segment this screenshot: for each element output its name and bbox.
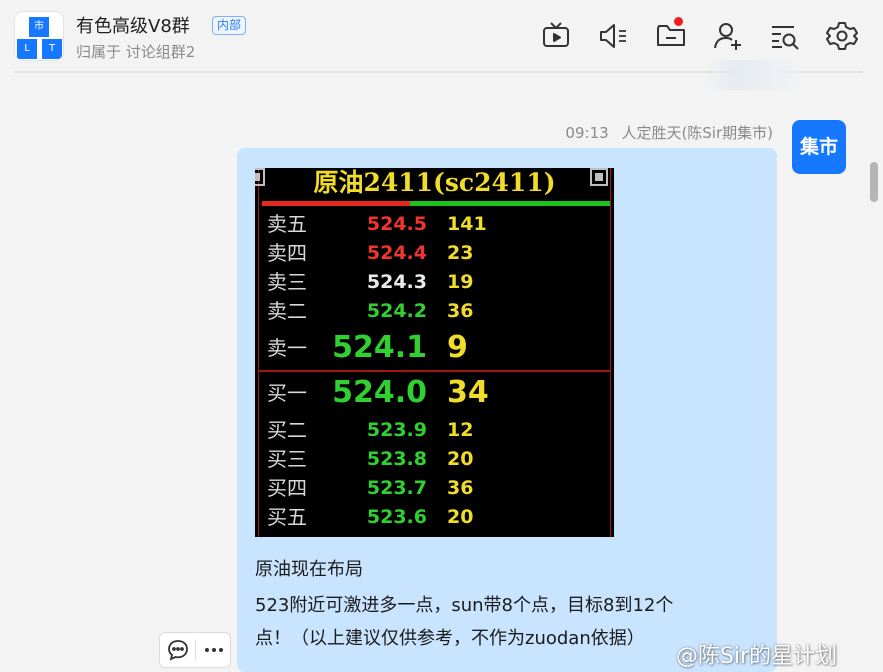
bids-level-label: 买三	[267, 447, 307, 471]
message-time: 09:13	[565, 124, 609, 142]
bids-price: 523.6	[366, 506, 427, 528]
bids-row: 买四 523.7 36	[255, 474, 614, 502]
bids-volume: 36	[447, 477, 474, 499]
bids-volume: 12	[447, 419, 474, 441]
avatar-char-t: T	[42, 39, 62, 59]
group-title: 有色高级V8群	[76, 16, 190, 37]
asks-level-label: 卖二	[267, 299, 307, 323]
asks-volume: 141	[447, 213, 487, 235]
bids-row: 买一 524.0 34	[255, 375, 614, 410]
asks-volume: 36	[447, 300, 474, 322]
message-text-line-2: 523附近可激进多一点，sun带8个点，目标8到12个	[255, 595, 674, 616]
sender-name[interactable]: 人定胜天(陈Sir期集市)	[621, 124, 773, 142]
folder-icon[interactable]	[655, 17, 687, 52]
asks-volume: 23	[447, 242, 474, 264]
gear-icon[interactable]	[826, 20, 858, 52]
scrollbar-thumb[interactable]	[870, 162, 878, 202]
search-list-icon[interactable]	[769, 20, 801, 52]
bids-level-label: 买五	[267, 505, 307, 529]
sender-avatar[interactable]: 集市	[792, 120, 846, 174]
bids-price: 523.9	[366, 419, 427, 441]
asks-row: 卖四 524.4 23	[255, 239, 614, 267]
bids-price: 523.7	[366, 477, 427, 499]
bids-level-label: 买四	[267, 476, 307, 500]
notification-dot	[674, 17, 683, 26]
quote-title: 原油2411(sc2411)	[313, 168, 556, 197]
bid-ask-divider	[258, 370, 611, 372]
internal-badge: 内部	[212, 16, 247, 35]
asks-level-label: 卖一	[267, 336, 307, 360]
bids-row: 买二 523.9 12	[255, 416, 614, 444]
asks-price: 524.5	[366, 213, 427, 235]
asks-price: 524.4	[366, 242, 427, 264]
bids-level-label: 买一	[267, 381, 307, 405]
sell-pressure-bar	[262, 201, 410, 206]
asks-volume: 19	[447, 271, 474, 293]
quote-image[interactable]: 原油2411(sc2411) 卖五 524.5 141 卖四 524.4 23 卖三 524.…	[255, 168, 614, 537]
speaker-mute-icon[interactable]	[597, 20, 629, 52]
asks-row: 卖二 524.2 36	[255, 297, 614, 325]
asks-level-label: 卖五	[267, 212, 307, 236]
bids-level-label: 买二	[267, 418, 307, 442]
asks-level-label: 卖四	[267, 241, 307, 265]
asks-price: 524.1	[332, 330, 427, 365]
asks-level-label: 卖三	[267, 270, 307, 294]
blurred-region	[705, 60, 807, 90]
message-meta: 09:13 人定胜天(陈Sir期集市)	[565, 122, 773, 143]
message-action-bar	[159, 632, 231, 668]
bids-row: 买三 523.8 20	[255, 445, 614, 473]
group-avatar[interactable]: 市 L T	[14, 11, 64, 61]
bids-price: 523.8	[366, 448, 427, 470]
asks-row: 卖五 524.5 141	[255, 210, 614, 238]
more-icon[interactable]	[196, 633, 232, 667]
message-text-line-1: 原油现在布局	[255, 559, 363, 580]
asks-row: 卖三 524.3 19	[255, 268, 614, 296]
bids-price: 524.0	[332, 375, 427, 410]
avatar-char-market: 市	[29, 17, 49, 37]
avatar-char-l: L	[17, 39, 37, 59]
tv-icon[interactable]	[540, 20, 572, 52]
comment-icon[interactable]	[160, 633, 196, 667]
asks-price: 524.2	[366, 300, 427, 322]
bids-volume: 20	[447, 448, 474, 470]
asks-price: 524.3	[366, 271, 427, 293]
bids-row: 买五 523.6 20	[255, 503, 614, 531]
add-user-icon[interactable]	[712, 20, 744, 52]
group-subtitle[interactable]: 归属于 讨论组群2	[76, 41, 195, 62]
buy-pressure-bar	[410, 201, 610, 206]
asks-row: 卖一 524.1 9	[255, 330, 614, 365]
bids-volume: 34	[447, 375, 489, 410]
watermark: @陈Sir的星计划	[676, 644, 838, 669]
bids-volume: 20	[447, 506, 474, 528]
asks-volume: 9	[447, 330, 468, 365]
